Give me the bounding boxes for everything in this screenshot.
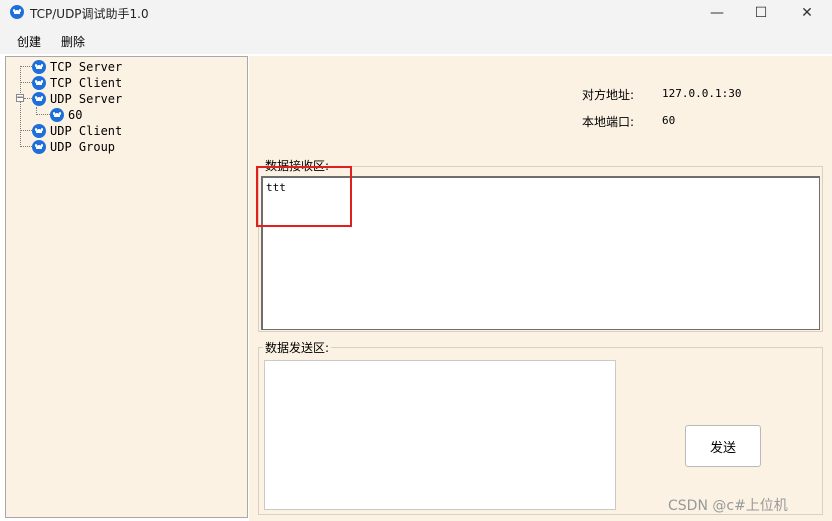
tree-item-label: TCP Client (50, 76, 123, 90)
tree-item-udp-server-60[interactable]: 60 (50, 107, 82, 123)
menu-delete[interactable]: 删除 (61, 33, 85, 50)
tree-item-label: UDP Group (50, 140, 116, 154)
minimize-button[interactable]: — (694, 0, 740, 26)
remote-address-value: 127.0.0.1:30 (662, 87, 742, 100)
menu-create[interactable]: 创建 (17, 33, 41, 50)
tree-item-tcp-server[interactable]: TCP Server (32, 59, 122, 75)
remote-address-label: 对方地址: (582, 88, 635, 102)
app-icon (10, 5, 24, 19)
tree-item-udp-server[interactable]: UDP Server (32, 91, 122, 107)
close-button[interactable]: ✕ (784, 0, 830, 26)
highlight-box (256, 166, 352, 227)
tree-item-label: UDP Server (50, 92, 123, 106)
watermark: CSDN @c#上位机 (668, 498, 788, 514)
send-button[interactable]: 发送 (685, 425, 761, 467)
phone-icon (32, 92, 46, 106)
tree-item-udp-client[interactable]: UDP Client (32, 123, 122, 139)
local-port-label: 本地端口: (582, 115, 635, 129)
phone-icon (32, 140, 46, 154)
connection-tree[interactable]: − TCP Server TCP Client UDP Server 60 UD… (5, 56, 248, 518)
tree-connector (20, 66, 21, 147)
phone-icon (32, 60, 46, 74)
title-bar: TCP/UDP调试助手1.0 — ☐ ✕ (0, 0, 832, 26)
send-label: 数据发送区: (263, 339, 332, 356)
tree-item-label: TCP Server (50, 60, 123, 74)
send-textarea[interactable] (264, 360, 616, 510)
menu-bar: 创建 删除 (0, 26, 832, 54)
tree-item-tcp-client[interactable]: TCP Client (32, 75, 122, 91)
phone-icon (32, 124, 46, 138)
phone-icon (50, 108, 64, 122)
tree-item-label: 60 (68, 108, 83, 122)
tree-connector (36, 114, 50, 115)
maximize-button[interactable]: ☐ (738, 0, 784, 26)
local-port-value: 60 (662, 114, 676, 127)
collapse-icon[interactable]: − (16, 94, 24, 103)
phone-icon (32, 76, 46, 90)
window-title: TCP/UDP调试助手1.0 (30, 7, 149, 21)
tree-item-udp-group[interactable]: UDP Group (32, 139, 115, 155)
tree-item-label: UDP Client (50, 124, 123, 138)
